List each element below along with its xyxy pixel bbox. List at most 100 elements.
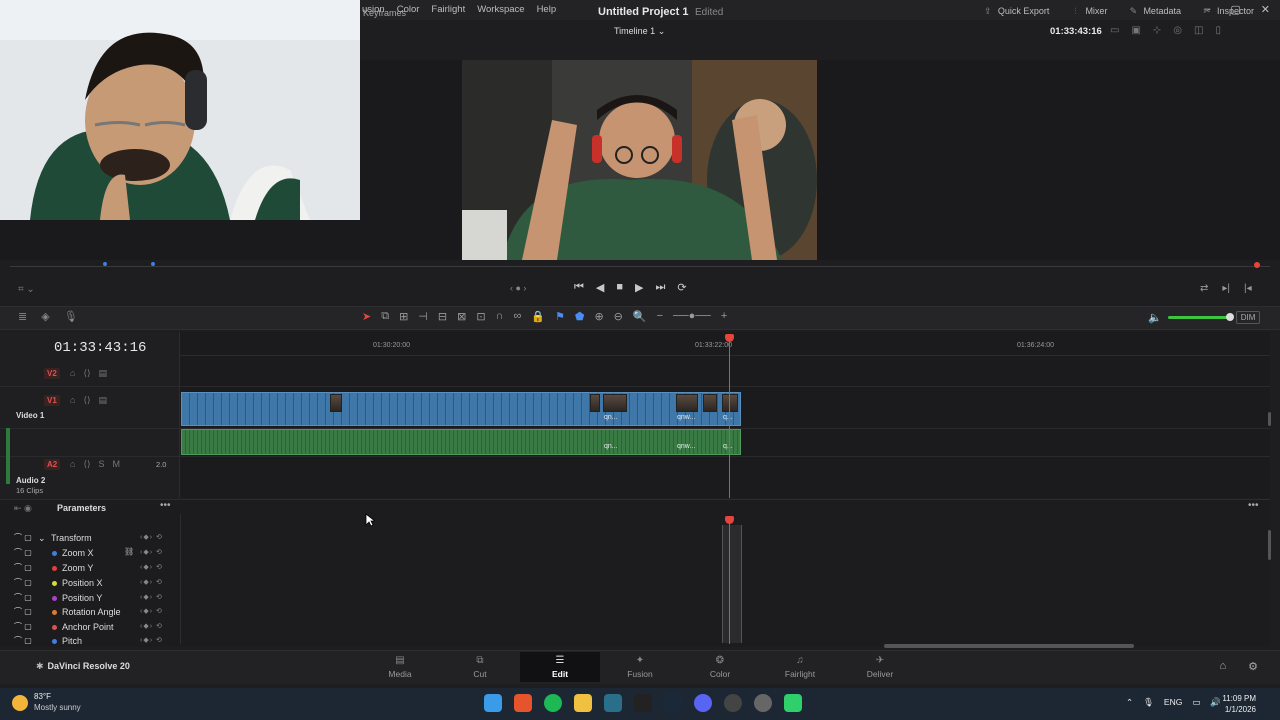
- page-tab-fusion[interactable]: ✦ Fusion: [600, 652, 680, 682]
- expand-chevron-icon[interactable]: ⌄: [38, 533, 46, 544]
- curve-icon[interactable]: ⌒ ▢: [14, 606, 32, 617]
- track-a2-badge[interactable]: A2: [44, 459, 61, 470]
- keyframe-playhead[interactable]: [729, 520, 730, 644]
- dim-button[interactable]: DIM: [1235, 311, 1261, 324]
- voiceover-mic-icon[interactable]: 🎙: [64, 310, 78, 323]
- obs-icon[interactable]: [724, 694, 742, 712]
- curve-icon[interactable]: ⌒ ▢: [14, 635, 32, 645]
- next-clip-icon[interactable]: ▸|: [1222, 283, 1230, 294]
- steam-icon[interactable]: [664, 694, 682, 712]
- play-reverse-icon[interactable]: ◀: [596, 281, 604, 294]
- keyframe-nav-icons[interactable]: ‹◆› ⟲: [140, 607, 163, 615]
- marker-icon[interactable]: ⬟: [575, 310, 585, 323]
- auto-select-icon[interactable]: ⟨⟩: [83, 459, 90, 470]
- param-group-transform[interactable]: ⌒ ▢ ⌄ Transform ‹◆› ⟲: [10, 532, 180, 546]
- curve-icon[interactable]: ⌒ ▢: [14, 532, 32, 543]
- track-a2-name[interactable]: Audio 2: [16, 476, 45, 485]
- page-tab-cut[interactable]: ⧉ Cut: [440, 652, 520, 682]
- mixer-button[interactable]: ⫶ Mixer: [1069, 6, 1107, 17]
- scrub-playhead-icon[interactable]: [1252, 261, 1262, 269]
- track-v2-badge[interactable]: V2: [44, 368, 60, 379]
- microphone-icon[interactable]: 🎙: [1143, 697, 1154, 708]
- lock-icon[interactable]: ⌂: [70, 395, 75, 406]
- insert-clip-icon[interactable]: ⊟: [438, 310, 447, 323]
- viewer-scrubber[interactable]: [0, 262, 1280, 274]
- zoom-out-icon[interactable]: −: [657, 310, 663, 323]
- match-frame-icon[interactable]: ⇄: [1200, 283, 1208, 294]
- zoom-slider[interactable]: ──●──: [673, 310, 711, 323]
- curve-icon[interactable]: ⌒ ▢: [14, 621, 32, 632]
- metadata-button[interactable]: ✎ Metadata: [1127, 6, 1181, 17]
- chat-app-icon[interactable]: [784, 694, 802, 712]
- param-row-rotation-angle[interactable]: ⌒ ▢ Rotation Angle ‹◆› ⟲: [10, 606, 180, 620]
- page-tab-media[interactable]: ▤ Media: [360, 652, 440, 682]
- auto-select-icon[interactable]: ⟨⟩: [83, 368, 90, 379]
- discord-icon[interactable]: [694, 694, 712, 712]
- app-icon[interactable]: [604, 694, 622, 712]
- zoom-custom-icon[interactable]: 🔍: [633, 310, 647, 323]
- timeline-playhead[interactable]: [729, 338, 730, 498]
- param-row-zoom-y[interactable]: ⌒ ▢ Zoom Y ‹◆› ⟲: [10, 562, 180, 576]
- zoom-in-icon[interactable]: +: [721, 310, 727, 323]
- trim-tool-icon[interactable]: ⧉: [381, 310, 389, 323]
- windows-start-icon[interactable]: [484, 694, 502, 712]
- selection-tool-icon[interactable]: ➤: [362, 310, 371, 323]
- keyframe-nav-icons[interactable]: ‹◆› ⟲: [140, 533, 163, 541]
- track-v1-name[interactable]: Video 1: [16, 411, 44, 420]
- view-options-icon[interactable]: ▣: [1131, 25, 1140, 36]
- panel-toggle-icon[interactable]: ⇤ ◉: [14, 503, 32, 514]
- close-icon[interactable]: ✕: [1261, 3, 1270, 16]
- volume-knob[interactable]: [1225, 313, 1234, 321]
- prev-clip-icon[interactable]: |◂: [1244, 283, 1252, 294]
- param-row-position-y[interactable]: ⌒ ▢ Position Y ‹◆› ⟲: [10, 592, 180, 606]
- param-row-zoom-x[interactable]: ⌒ ▢ Zoom X ⛓ ‹◆› ⟲: [10, 547, 180, 561]
- language-indicator[interactable]: ENG: [1164, 697, 1182, 708]
- horizontal-scrollbar[interactable]: [884, 644, 1134, 648]
- mute-button[interactable]: M: [112, 459, 120, 470]
- keyframe-menu-icon[interactable]: •••: [1248, 500, 1259, 511]
- linked-selection-icon[interactable]: ∞: [513, 310, 521, 323]
- auto-select-icon[interactable]: ⟨⟩: [83, 395, 90, 406]
- crop-icon[interactable]: ⌗ ⌄: [18, 284, 35, 295]
- system-clock[interactable]: 11:09 PM 1/1/2026: [1222, 693, 1256, 715]
- blade-tool-icon[interactable]: ⊣: [418, 310, 428, 323]
- loop-icon[interactable]: ⟳: [677, 281, 686, 294]
- page-tab-color[interactable]: ❂ Color: [680, 652, 760, 682]
- epic-games-icon[interactable]: [634, 694, 652, 712]
- file-explorer-icon[interactable]: [574, 694, 592, 712]
- menu-fairlight[interactable]: Fairlight: [431, 4, 465, 15]
- param-row-pitch[interactable]: ⌒ ▢ Pitch ‹◆› ⟲: [10, 635, 180, 645]
- speaker-icon[interactable]: 🔊: [1210, 697, 1221, 708]
- go-to-end-icon[interactable]: ⏭: [656, 281, 666, 294]
- volume-slider[interactable]: [1167, 313, 1234, 321]
- keyframe-nav-icons[interactable]: ‹◆› ⟲: [140, 593, 163, 601]
- curve-icon[interactable]: ⌒ ▢: [14, 577, 32, 588]
- page-tab-edit[interactable]: ☰ Edit: [520, 652, 600, 682]
- viewer-layout-icon[interactable]: ▭: [1110, 25, 1119, 36]
- param-row-anchor-point[interactable]: ⌒ ▢ Anchor Point ‹◆› ⟲: [10, 621, 180, 635]
- link-icon[interactable]: ⛓: [124, 547, 134, 556]
- timeline-selector[interactable]: Timeline 1 ⌄: [614, 26, 665, 37]
- davinci-resolve-icon[interactable]: [754, 694, 772, 712]
- parameters-menu-icon[interactable]: •••: [160, 500, 171, 511]
- track-v1-badge[interactable]: V1: [44, 395, 60, 406]
- fullscreen-icon[interactable]: ▯: [1215, 25, 1221, 36]
- parameters-scrollbar[interactable]: [1268, 530, 1271, 560]
- transform-icon[interactable]: ⊹: [1153, 25, 1161, 36]
- spotify-icon[interactable]: [544, 694, 562, 712]
- speaker-icon[interactable]: 🔈: [1148, 311, 1162, 324]
- flag-icon[interactable]: ⚑: [555, 310, 565, 323]
- brave-browser-icon[interactable]: [514, 694, 532, 712]
- curve-icon[interactable]: ⌒ ▢: [14, 562, 32, 573]
- menu-help[interactable]: Help: [537, 4, 557, 15]
- curve-icon[interactable]: ⌒ ▢: [14, 592, 32, 603]
- keyframe-nav-icons[interactable]: ‹◆› ⟲: [140, 636, 163, 644]
- quick-export-button[interactable]: ⇪ Quick Export: [982, 6, 1049, 17]
- tray-overflow-icon[interactable]: ⌃: [1126, 697, 1133, 708]
- stop-icon[interactable]: ■: [616, 281, 623, 294]
- position-lock-icon[interactable]: 🔒: [531, 310, 545, 323]
- solo-button[interactable]: S: [98, 459, 104, 470]
- page-tab-fairlight[interactable]: ♫ Fairlight: [760, 652, 840, 682]
- dynamic-trim-icon[interactable]: ⊞: [399, 310, 408, 323]
- keyframe-nav-icons[interactable]: ‹◆› ⟲: [140, 548, 163, 556]
